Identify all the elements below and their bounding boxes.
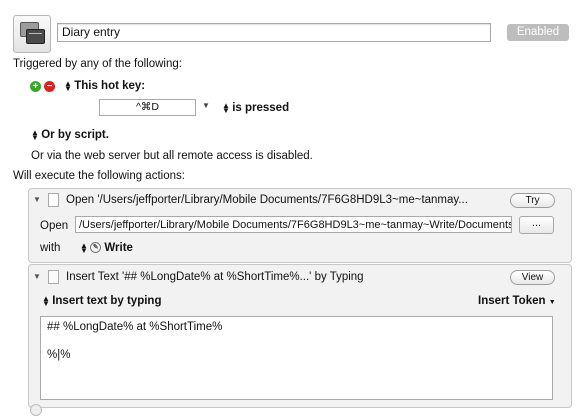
remove-trigger-icon[interactable]: − bbox=[44, 81, 55, 92]
app-icon: ✎ bbox=[90, 242, 102, 254]
enabled-button[interactable]: Enabled bbox=[507, 24, 569, 41]
insert-token-menu[interactable]: Insert Token ▼ bbox=[478, 295, 556, 307]
hotkey-dropdown-icon[interactable]: ▼ bbox=[202, 101, 210, 110]
path-field[interactable]: /Users/jeffporter/Library/Mobile Documen… bbox=[75, 216, 512, 233]
add-trigger-icon[interactable]: + bbox=[30, 81, 41, 92]
document-icon bbox=[48, 193, 59, 207]
updown-arrows-icon: ▲ ▼ bbox=[31, 127, 39, 142]
open-label: Open bbox=[40, 220, 69, 232]
browse-button[interactable]: ... bbox=[519, 216, 554, 234]
pressed-selector[interactable]: ▲ ▼ is pressed bbox=[222, 100, 290, 115]
try-button[interactable]: Try bbox=[510, 193, 555, 208]
dropdown-arrow-icon: ▼ bbox=[548, 299, 556, 306]
add-action-icon[interactable] bbox=[30, 404, 42, 416]
macro-name-field[interactable]: Diary entry bbox=[57, 23, 491, 42]
text-line: ## %LongDate% at %ShortTime% bbox=[47, 321, 223, 333]
text-line: %|% bbox=[47, 349, 71, 361]
application-selector[interactable]: ▲ ▼ ✎ Write bbox=[80, 240, 133, 255]
window-front-icon bbox=[26, 29, 45, 44]
macro-icon[interactable] bbox=[13, 15, 51, 53]
with-label: with bbox=[40, 242, 61, 254]
script-trigger-label: Or by script. bbox=[41, 129, 109, 141]
hotkey-field[interactable]: ^⌘D bbox=[99, 99, 196, 116]
insert-mode-selector[interactable]: ▲ ▼ Insert text by typing bbox=[42, 293, 162, 308]
insert-action-title: Insert Text '## %LongDate% at %ShortTime… bbox=[66, 271, 364, 283]
updown-arrows-icon: ▲ ▼ bbox=[42, 293, 50, 308]
text-document-icon bbox=[48, 270, 59, 284]
script-trigger-selector[interactable]: ▲ ▼ Or by script. bbox=[31, 127, 109, 142]
actions-header: Will execute the following actions: bbox=[13, 170, 185, 182]
disclosure-triangle-icon[interactable]: ▼ bbox=[33, 195, 41, 204]
updown-arrows-icon: ▲ ▼ bbox=[222, 100, 230, 115]
pressed-label: is pressed bbox=[232, 102, 290, 114]
insert-token-label: Insert Token bbox=[478, 295, 546, 307]
view-button[interactable]: View bbox=[510, 270, 555, 285]
trigger-header: Triggered by any of the following: bbox=[13, 58, 182, 70]
updown-arrows-icon: ▲ ▼ bbox=[64, 78, 72, 93]
text-to-insert-area[interactable]: ## %LongDate% at %ShortTime% %|% bbox=[40, 316, 553, 400]
updown-arrows-icon: ▲ ▼ bbox=[80, 240, 88, 255]
open-action-title: Open '/Users/jeffporter/Library/Mobile D… bbox=[66, 194, 468, 206]
hotkey-trigger-selector[interactable]: ▲ ▼ This hot key: bbox=[64, 78, 146, 93]
text-line bbox=[47, 334, 546, 348]
insert-mode-label: Insert text by typing bbox=[52, 295, 162, 307]
hotkey-label: This hot key: bbox=[74, 80, 146, 92]
application-label: Write bbox=[104, 242, 133, 254]
disclosure-triangle-icon[interactable]: ▼ bbox=[33, 272, 41, 281]
web-server-note: Or via the web server but all remote acc… bbox=[31, 150, 313, 162]
